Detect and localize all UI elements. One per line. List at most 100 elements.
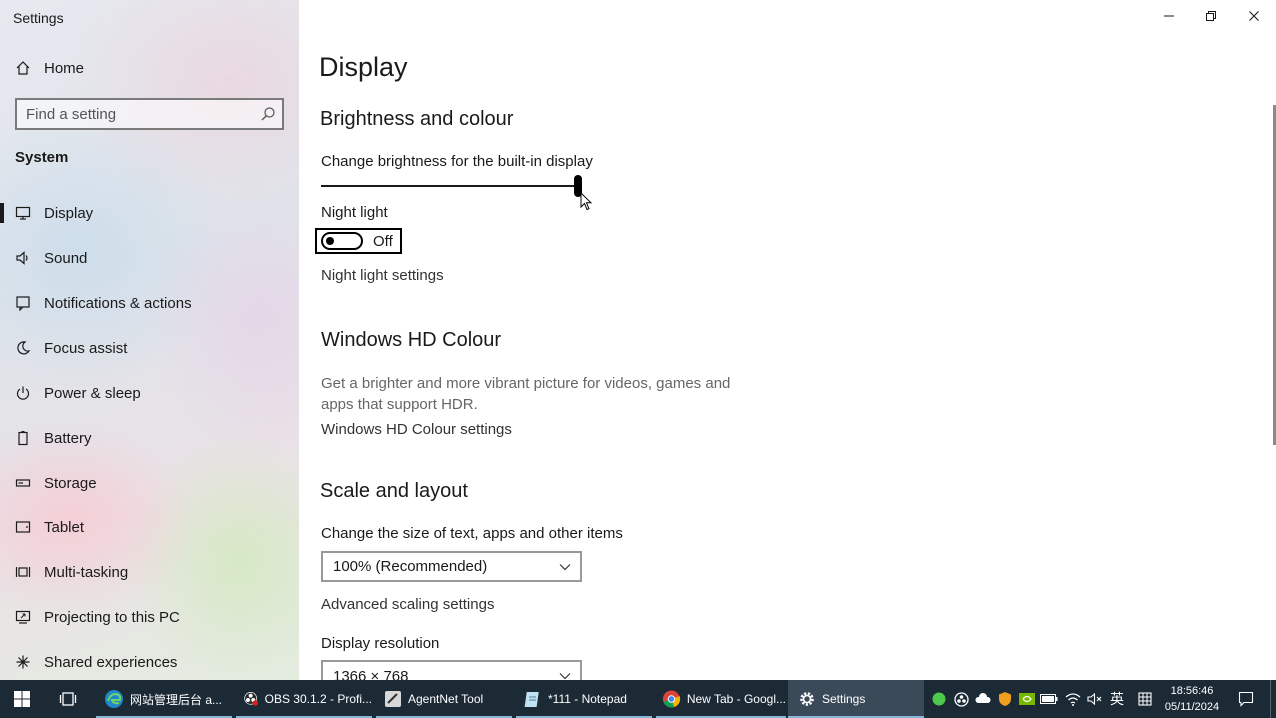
minimize-button[interactable]: [1147, 0, 1191, 32]
obs-icon: [244, 692, 258, 706]
sidebar-item-label: Power & sleep: [44, 384, 141, 402]
taskbar: 网站管理后台 a... OBS 30.1.2 - Profi... AgentN…: [0, 680, 1276, 718]
taskbar-app-chrome[interactable]: New Tab - Googl...: [656, 680, 786, 718]
hdr-heading: Windows HD Colour: [321, 329, 502, 351]
sidebar-item-projecting[interactable]: Projecting to this PC: [0, 597, 299, 637]
tray-cloud-icon[interactable]: [973, 680, 993, 718]
taskbar-app-settings[interactable]: Settings: [788, 680, 924, 718]
sidebar-item-multitasking[interactable]: Multi-tasking: [0, 552, 299, 592]
chevron-down-icon: [559, 673, 571, 680]
sidebar-item-label: Notifications & actions: [44, 294, 192, 312]
wifi-icon[interactable]: [1062, 680, 1084, 718]
start-button[interactable]: [0, 680, 44, 718]
sidebar-item-sound[interactable]: Sound: [0, 238, 299, 278]
toggle-knob: [326, 237, 334, 245]
scale-dropdown[interactable]: 100% (Recommended): [321, 551, 582, 582]
sidebar-item-label: Focus assist: [44, 339, 128, 357]
tray-obs-icon[interactable]: [951, 680, 971, 718]
mouse-cursor-icon: [580, 192, 592, 211]
search-icon[interactable]: [260, 106, 276, 122]
notification-icon: [14, 294, 32, 312]
brightness-slider[interactable]: [321, 185, 579, 187]
ime-indicator[interactable]: 英: [1106, 680, 1128, 718]
resolution-dropdown-value: 1366 × 768: [333, 668, 409, 680]
ime-mode-icon[interactable]: [1134, 680, 1156, 718]
restore-button[interactable]: [1189, 0, 1233, 32]
taskbar-app-notepad[interactable]: *111 - Notepad: [516, 680, 652, 718]
sidebar-item-label: Tablet: [44, 518, 85, 536]
volume-muted-icon[interactable]: [1084, 680, 1106, 718]
scale-heading: Scale and layout: [320, 480, 468, 502]
close-icon: [1249, 11, 1259, 21]
taskbar-app-label: OBS 30.1.2 - Profi...: [264, 692, 372, 706]
sidebar-item-label: Projecting to this PC: [44, 608, 180, 626]
sidebar-item-label: Display: [44, 204, 94, 222]
windows-logo-icon: [14, 691, 30, 707]
taskbar-app-agentnet[interactable]: AgentNet Tool: [376, 680, 512, 718]
action-center-button[interactable]: [1234, 680, 1258, 718]
taskbar-app-label: New Tab - Googl...: [686, 692, 786, 706]
minimize-icon: [1164, 15, 1174, 17]
sidebar-item-power-sleep[interactable]: Power & sleep: [0, 373, 299, 413]
edge-icon: [105, 690, 123, 708]
monitor-icon: [14, 204, 32, 222]
power-icon: [14, 384, 32, 402]
search-box[interactable]: [15, 98, 284, 130]
scale-dropdown-value: 100% (Recommended): [333, 558, 488, 575]
taskbar-app-label: 网站管理后台 a...: [130, 692, 223, 707]
speaker-icon: [14, 249, 32, 267]
taskbar-app-edge[interactable]: 网站管理后台 a...: [96, 680, 232, 718]
resolution-label: Display resolution: [321, 635, 440, 652]
sidebar-item-label: Shared experiences: [44, 653, 178, 671]
sidebar-item-label: Sound: [44, 249, 88, 267]
sidebar-item-label: Home: [44, 59, 85, 77]
show-desktop-button[interactable]: [1270, 680, 1276, 718]
sidebar-item-shared[interactable]: Shared experiences: [0, 642, 299, 682]
taskbar-clock[interactable]: 18:56:46 05/11/2024: [1163, 683, 1221, 715]
sidebar-item-home[interactable]: Home: [0, 48, 299, 88]
tablet-icon: [14, 518, 32, 536]
brightness-heading: Brightness and colour: [320, 108, 514, 130]
section-header-system: System: [15, 149, 69, 166]
home-icon: [14, 59, 32, 77]
page-title: Display: [319, 52, 408, 82]
night-light-toggle[interactable]: [321, 232, 363, 250]
task-view-icon: [59, 692, 77, 706]
night-light-label: Night light: [321, 204, 388, 221]
tray-shield-icon[interactable]: [995, 680, 1015, 718]
sidebar-item-display[interactable]: Display: [0, 193, 299, 233]
notepad-icon: [524, 692, 539, 707]
multitasking-icon: [14, 563, 32, 581]
tray-nvidia-icon[interactable]: [1017, 680, 1037, 718]
chrome-icon: [662, 690, 681, 708]
tray-green-app-icon[interactable]: [929, 680, 949, 718]
search-input[interactable]: [17, 100, 257, 128]
settings-sidebar: Settings Home System Display Sound Notif…: [0, 0, 299, 680]
shared-icon: [14, 653, 32, 671]
chevron-down-icon: [559, 564, 571, 571]
projecting-icon: [14, 608, 32, 626]
taskbar-app-label: *111 - Notepad: [548, 692, 627, 706]
hdr-settings-link[interactable]: Windows HD Colour settings: [321, 421, 512, 438]
gear-icon: [800, 692, 814, 706]
sidebar-item-storage[interactable]: Storage: [0, 463, 299, 503]
advanced-scaling-link[interactable]: Advanced scaling settings: [321, 596, 494, 613]
restore-icon: [1206, 11, 1216, 21]
sidebar-item-tablet[interactable]: Tablet: [0, 507, 299, 547]
sidebar-item-notifications[interactable]: Notifications & actions: [0, 283, 299, 323]
sidebar-item-label: Battery: [44, 429, 92, 447]
night-light-settings-link[interactable]: Night light settings: [321, 267, 444, 284]
resolution-dropdown[interactable]: 1366 × 768: [321, 660, 582, 680]
taskbar-app-label: Settings: [822, 692, 866, 706]
clock-date: 05/11/2024: [1164, 701, 1220, 713]
close-button[interactable]: [1232, 0, 1276, 32]
sidebar-item-focus-assist[interactable]: Focus assist: [0, 328, 299, 368]
taskbar-app-obs[interactable]: OBS 30.1.2 - Profi...: [236, 680, 372, 718]
task-view-button[interactable]: [46, 680, 90, 718]
clock-time: 18:56:46: [1170, 685, 1214, 697]
sidebar-item-battery[interactable]: Battery: [0, 418, 299, 458]
night-light-toggle-focus[interactable]: Off: [315, 228, 402, 254]
notification-center-icon: [1238, 691, 1254, 707]
taskbar-app-label: AgentNet Tool: [408, 692, 484, 706]
battery-tray-icon[interactable]: [1039, 680, 1059, 718]
